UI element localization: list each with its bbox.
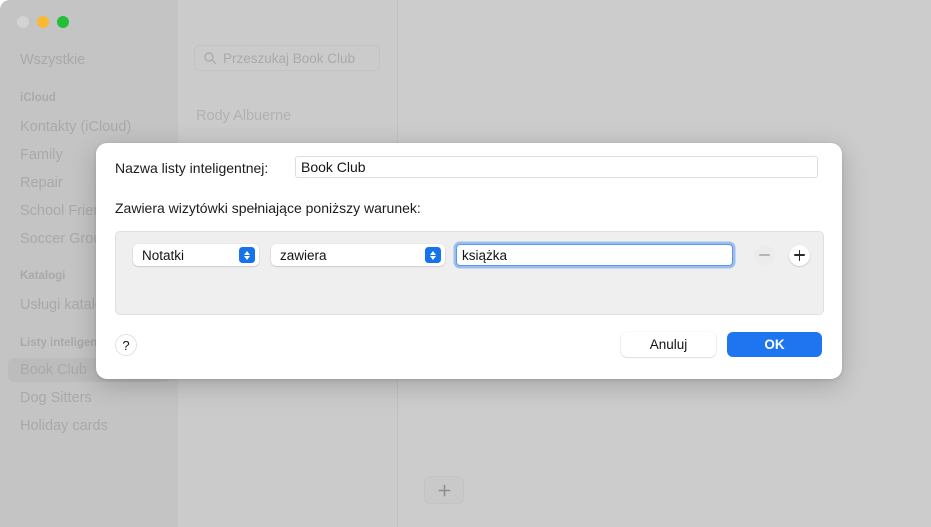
sidebar-item-label: Dog Sitters xyxy=(20,390,92,406)
sidebar-item-label: Family xyxy=(20,147,63,163)
sidebar-item-kontakty-icloud[interactable]: Kontakty (iCloud) xyxy=(8,115,170,139)
search-placeholder: Przeszukaj Book Club xyxy=(223,51,355,66)
minimize-window-button[interactable] xyxy=(37,16,49,28)
sidebar-item-label: Book Club xyxy=(20,362,87,378)
chevron-up-down-icon xyxy=(425,247,441,263)
close-window-button[interactable] xyxy=(17,16,29,28)
condition-operator-value: zawiera xyxy=(280,248,327,263)
sidebar-header-katalogi: Katalogi xyxy=(20,270,65,282)
condition-field-value: Notatki xyxy=(142,248,184,263)
chevron-up-down-icon xyxy=(239,247,255,263)
sidebar-item-label: Repair xyxy=(20,175,63,191)
list-item[interactable]: Rody Albuerne xyxy=(196,108,291,124)
sidebar-item-label: Holiday cards xyxy=(20,418,108,434)
sidebar-item-all[interactable]: Wszystkie xyxy=(8,48,170,72)
sidebar-item-dog-sitters[interactable]: Dog Sitters xyxy=(8,386,170,410)
condition-field-select[interactable]: Notatki xyxy=(133,244,259,266)
add-condition-button[interactable] xyxy=(789,245,810,266)
maximize-window-button[interactable] xyxy=(57,16,69,28)
condition-value-input[interactable] xyxy=(456,244,733,266)
sidebar-header-icloud: iCloud xyxy=(20,92,56,104)
remove-condition-button[interactable] xyxy=(754,245,775,266)
sidebar-item-label: Kontakty (iCloud) xyxy=(20,119,131,135)
condition-operator-select[interactable]: zawiera xyxy=(271,244,445,266)
smart-list-name-label: Nazwa listy inteligentnej: xyxy=(115,160,268,176)
help-button[interactable]: ? xyxy=(115,334,137,356)
sidebar-item-holiday-cards[interactable]: Holiday cards xyxy=(8,414,170,438)
cancel-button[interactable]: Anuluj xyxy=(621,332,716,357)
minus-icon xyxy=(759,254,770,256)
search-icon xyxy=(203,51,217,65)
condition-intro-label: Zawiera wizytówki spełniające poniższy w… xyxy=(115,200,421,216)
smart-list-name-input[interactable] xyxy=(295,156,818,178)
add-contact-button[interactable] xyxy=(424,476,464,504)
condition-well: Notatki zawiera xyxy=(115,231,824,315)
ok-button[interactable]: OK xyxy=(727,332,822,357)
sidebar-item-label: Wszystkie xyxy=(20,52,85,68)
window-controls xyxy=(17,16,69,28)
condition-row: Notatki zawiera xyxy=(133,244,810,266)
plus-icon xyxy=(437,483,452,498)
search-input[interactable]: Przeszukaj Book Club xyxy=(194,45,380,71)
smart-list-dialog: Nazwa listy inteligentnej: Zawiera wizyt… xyxy=(96,143,842,379)
